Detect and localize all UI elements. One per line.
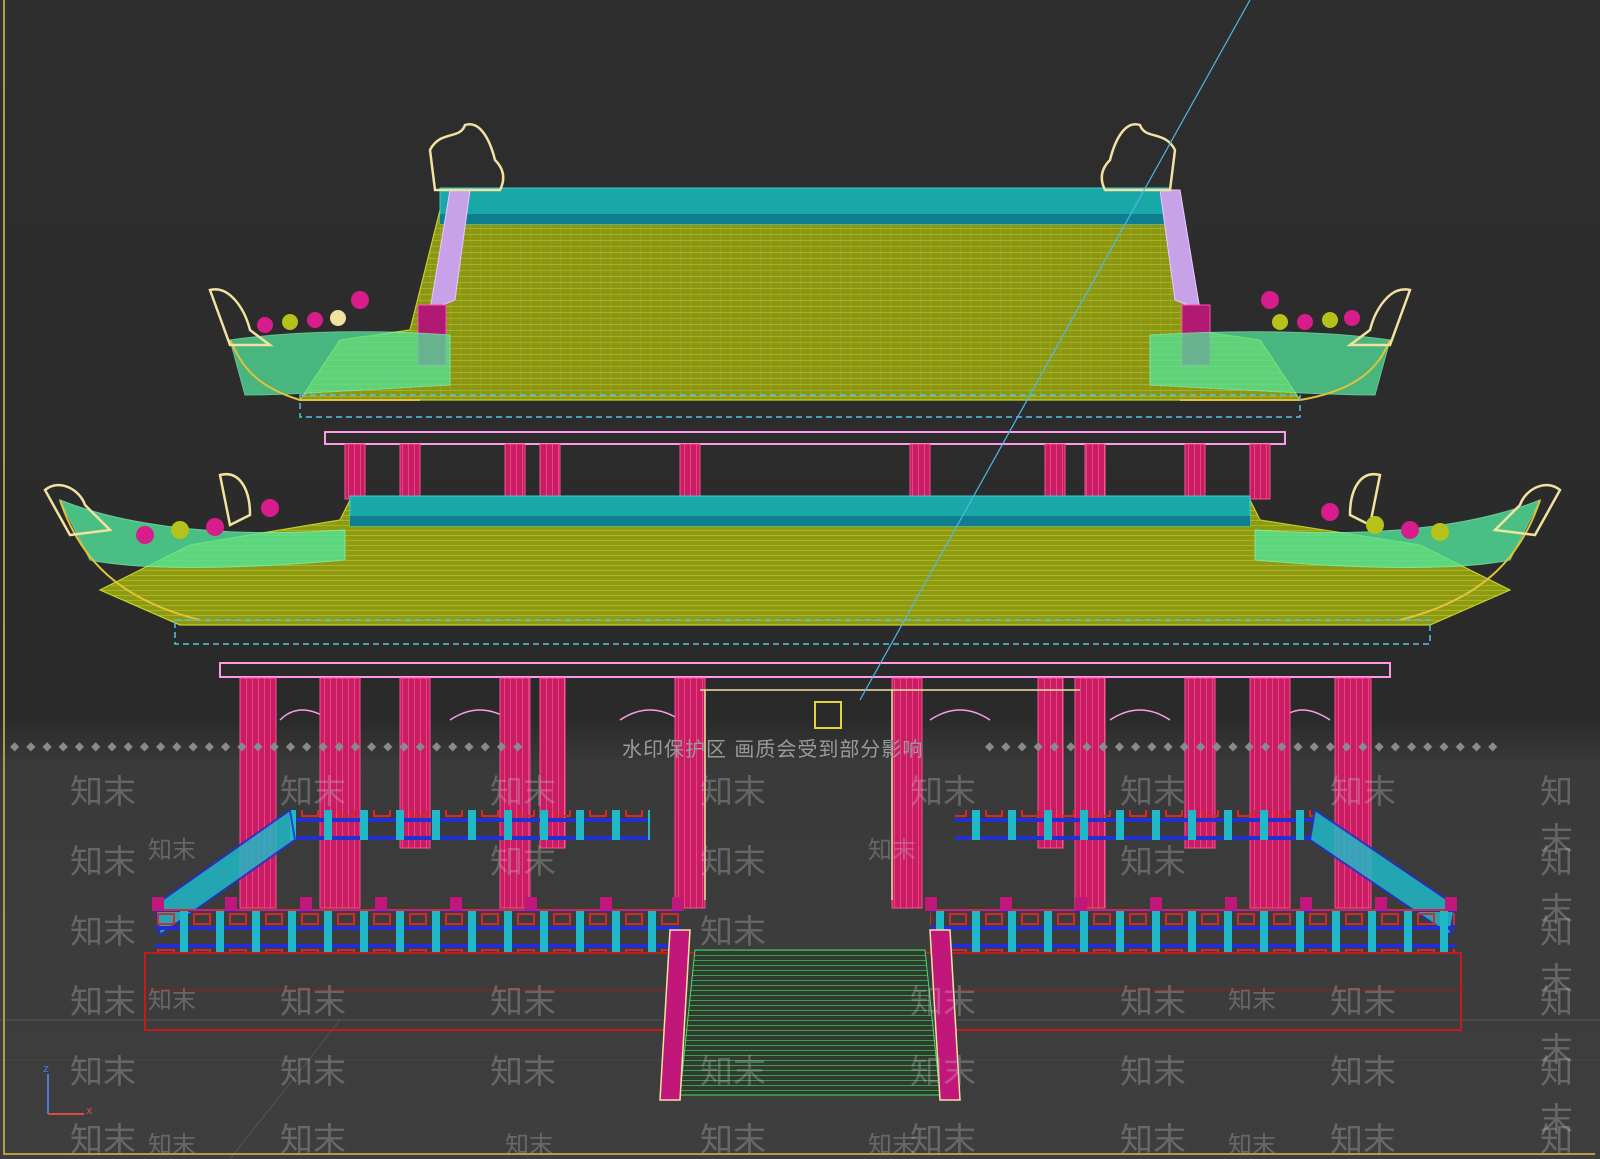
watermark-tile: 知末 [1330, 1120, 1396, 1159]
watermark-tile: 知末 [910, 1052, 976, 1091]
watermark-tile: 知末 [1330, 772, 1396, 811]
lower-roof [58, 495, 1542, 645]
watermark-tile: 知末 [1120, 982, 1186, 1021]
banner-dots-right: ◆◆◆◆◆◆◆◆◆◆◆◆◆◆◆◆◆◆◆◆◆◆◆◆◆◆◆◆◆◆◆◆ [985, 739, 1505, 753]
watermark-tile: 知末 [700, 1052, 766, 1091]
watermark-tile: 知末 [700, 842, 766, 881]
watermark-tile: 知末 [280, 772, 346, 811]
watermark-tile: 知末 [490, 772, 556, 811]
watermark-tile: 知末 [490, 842, 556, 881]
watermark-tile: 知末 [1120, 772, 1186, 811]
watermark-tile: 知末 [490, 1052, 556, 1091]
watermark-tile: 知末 [910, 982, 976, 1021]
watermark-tile: 知末 [280, 1120, 346, 1159]
watermark-tile: 知末 [1540, 1120, 1573, 1159]
watermark-tile: 知末 [70, 982, 136, 1021]
axis-gizmo[interactable]: z x [40, 1062, 100, 1122]
watermark-tile: 知末 [910, 1120, 976, 1159]
watermark-tile: 知末 [1228, 1131, 1276, 1159]
watermark-tile: 知末 [70, 842, 136, 881]
watermark-tile: 知末 [148, 986, 196, 1014]
watermark-tile: 知末 [910, 772, 976, 811]
watermark-tile: 知末 [1330, 1052, 1396, 1091]
watermark-tile: 知末 [700, 912, 766, 951]
watermark-tile: 知末 [148, 836, 196, 864]
watermark-tile: 知末 [280, 982, 346, 1021]
watermark-tile: 知末 [70, 912, 136, 951]
back-railing-left [290, 810, 650, 840]
watermark-banner-text: 水印保护区 画质会受到部分影响 [622, 737, 924, 761]
bracket-brackets [279, 709, 1331, 721]
watermark-tile: 知末 [1120, 1052, 1186, 1091]
watermark-tile: 知末 [1120, 1120, 1186, 1159]
front-railing-right [930, 909, 1455, 952]
x-axis-label: x [86, 1104, 93, 1117]
watermark-banner: ◆◆◆◆◆◆◆◆◆◆◆◆◆◆◆◆◆◆◆◆◆◆◆◆◆◆◆◆◆◆◆◆ 水印保护区 画… [0, 731, 1600, 761]
lower-beam [219, 662, 1391, 678]
watermark-tile: 知末 [505, 1131, 553, 1159]
watermark-tile: 知末 [280, 1052, 346, 1091]
upper-roof [229, 187, 1391, 418]
3d-viewport[interactable]: ◆◆◆◆◆◆◆◆◆◆◆◆◆◆◆◆◆◆◆◆◆◆◆◆◆◆◆◆◆◆◆◆ 水印保护区 画… [0, 0, 1600, 1159]
watermark-tile: 知末 [1330, 982, 1396, 1021]
watermark-tile: 知末 [1228, 986, 1276, 1014]
watermark-tile: 知末 [700, 1120, 766, 1159]
watermark-tile: 知末 [1120, 842, 1186, 881]
banner-dots-left: ◆◆◆◆◆◆◆◆◆◆◆◆◆◆◆◆◆◆◆◆◆◆◆◆◆◆◆◆◆◆◆◆ [10, 739, 530, 753]
watermark-tile: 知末 [700, 772, 766, 811]
watermark-tile: 知末 [148, 1131, 196, 1159]
watermark-tile: 知末 [868, 836, 916, 864]
front-railing-left [155, 909, 680, 952]
watermark-tile: 知末 [868, 1131, 916, 1159]
watermark-tile: 知末 [70, 772, 136, 811]
z-axis-label: z [43, 1062, 49, 1075]
main-columns [239, 677, 1372, 909]
middle-storey [324, 431, 1286, 500]
watermark-tile: 知末 [490, 982, 556, 1021]
